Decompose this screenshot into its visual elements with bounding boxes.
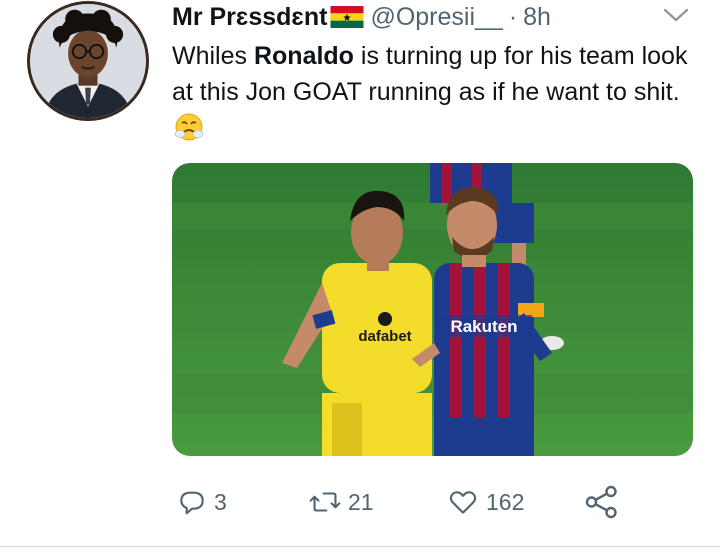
author-avatar[interactable] [27,1,149,121]
tweet-action-bar: 3 21 162 [0,480,720,524]
ghana-flag-icon [330,6,364,28]
author-handle[interactable]: @Opresii__ [370,3,502,32]
retweet-icon [308,486,342,518]
tweet-text: Whiles Ronaldo is turning up for his tea… [172,38,702,146]
retweet-button[interactable]: 21 [308,480,374,524]
like-button[interactable]: 162 [446,480,524,524]
face-with-steam-from-nose-icon [174,112,204,142]
share-button[interactable] [582,480,622,524]
reply-count: 3 [214,488,227,515]
like-count: 162 [486,488,525,515]
tweet-text-part-1: Whiles [172,42,254,70]
jersey-sponsor-left: dafabet [358,328,411,345]
tweet-text-bold: Ronaldo [253,42,354,70]
more-options-chevron-icon[interactable] [663,6,689,24]
avatar-image [31,4,145,118]
heart-icon [446,486,480,518]
retweet-count: 21 [348,488,374,515]
share-icon [582,484,622,520]
tweet-photo[interactable]: dafabet Rakuten [172,163,693,456]
tweet-header: Mr Prɛssdɛnt @Opresii__ · 8h [172,0,551,34]
reply-icon [176,486,208,518]
bottom-divider [0,546,720,547]
separator-dot: · [508,2,518,31]
reply-button[interactable]: 3 [176,480,227,524]
author-name[interactable]: Mr Prɛssdɛnt [172,3,327,32]
football-photo-image: dafabet Rakuten [172,163,693,456]
tweet-timestamp[interactable]: 8h [523,3,551,32]
jersey-sponsor-right: Rakuten [450,317,517,336]
